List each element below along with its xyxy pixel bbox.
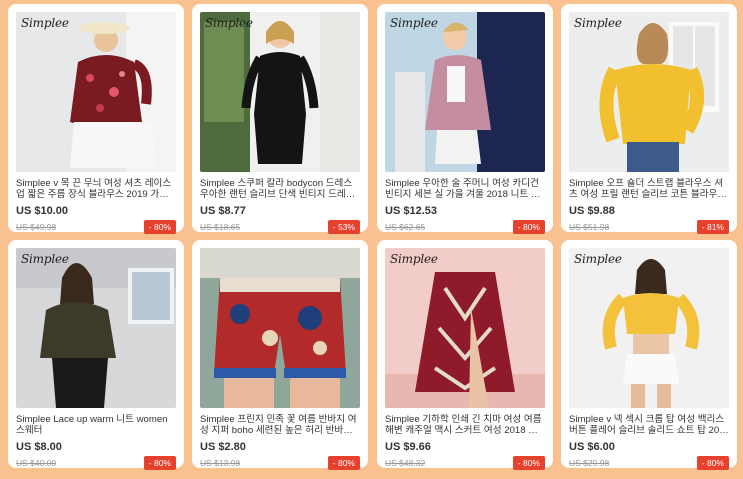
discount-badge: - 80% <box>512 220 545 234</box>
original-price: US $40.00 <box>16 458 57 468</box>
product-image[interactable]: Simplee <box>16 12 176 172</box>
price-row: US $13.98 - 80% <box>200 456 360 470</box>
product-card[interactable]: Simplee Simplee v 목 끈 무늬 여성 셔츠 레이스 업 짧은 주… <box>8 4 184 234</box>
product-card[interactable]: Simplee 프린지 민족 꽃 여름 반바지 여성 지퍼 boho 세련된 높… <box>192 240 368 470</box>
price-row: US $29.98 - 80% <box>569 456 729 470</box>
product-image[interactable]: Simplee <box>385 12 545 172</box>
original-price: US $62.65 <box>385 222 426 232</box>
product-title[interactable]: Simplee 프린지 민족 꽃 여름 반바지 여성 지퍼 boho 세련된 높… <box>200 414 360 436</box>
brand-watermark: Simplee <box>21 252 69 266</box>
product-card[interactable]: Simplee Simplee 우아한 술 주머니 여성 카디건 빈티지 세븐 실… <box>377 4 553 234</box>
brand-watermark: Simplee <box>205 16 253 30</box>
product-title[interactable]: Simplee v 목 끈 무늬 여성 셔츠 레이스 업 짧은 주름 장식 블라… <box>16 178 176 200</box>
original-price: US $13.98 <box>200 458 241 468</box>
discount-badge: - 80% <box>143 220 176 234</box>
brand-watermark: Simplee <box>390 16 438 30</box>
price-row: US $62.65 - 80% <box>385 220 545 234</box>
discount-badge: - 80% <box>512 456 545 470</box>
price-row: US $40.00 - 80% <box>16 456 176 470</box>
original-price: US $49.98 <box>16 222 57 232</box>
brand-watermark: Simplee <box>574 16 622 30</box>
product-card[interactable]: Simplee Simplee 오프 숄더 스트랩 블라우스 셔츠 여성 프릴 랜… <box>561 4 737 234</box>
discount-badge: - 81% <box>696 220 729 234</box>
product-title[interactable]: Simplee v 넥 섹시 크롭 탑 여성 백리스 버튼 플레어 슬리브 솔리… <box>569 414 729 436</box>
product-image[interactable]: Simplee <box>16 248 176 408</box>
product-price: US $6.00 <box>569 441 615 453</box>
product-title[interactable]: Simplee 우아한 술 주머니 여성 카디건 빈티지 세븐 실 가을 겨울 … <box>385 178 545 200</box>
original-price: US $51.98 <box>569 222 610 232</box>
original-price: US $48.32 <box>385 458 426 468</box>
product-title[interactable]: Simplee 스쿠퍼 칼라 bodycon 드레스 우아한 랜턴 슬리브 단색… <box>200 178 360 200</box>
price-row: US $49.98 - 80% <box>16 220 176 234</box>
discount-badge: - 53% <box>327 220 360 234</box>
product-title[interactable]: Simplee 오프 숄더 스트랩 블라우스 셔츠 여성 프릴 랜턴 슬리브 코… <box>569 178 729 200</box>
product-price: US $9.88 <box>569 205 615 217</box>
product-price: US $8.77 <box>200 205 246 217</box>
brand-watermark: Simplee <box>390 252 438 266</box>
price-row: US $48.32 - 80% <box>385 456 545 470</box>
product-card[interactable]: Simplee Simplee Lace up warm 니트 women 스웨터… <box>8 240 184 470</box>
product-price: US $9.66 <box>385 441 431 453</box>
product-image[interactable]: Simplee <box>200 12 360 172</box>
product-image[interactable]: Simplee <box>385 248 545 408</box>
product-image[interactable]: Simplee <box>569 248 729 408</box>
price-row: US $51.98 - 81% <box>569 220 729 234</box>
product-price: US $2.80 <box>200 441 246 453</box>
brand-watermark: Simplee <box>574 252 622 266</box>
product-card[interactable]: Simplee Simplee 스쿠퍼 칼라 bodycon 드레스 우아한 랜턴… <box>192 4 368 234</box>
product-title[interactable]: Simplee Lace up warm 니트 women 스웨터 <box>16 414 176 436</box>
product-price: US $12.53 <box>385 205 437 217</box>
product-title[interactable]: Simplee 기하학 인쇄 긴 치마 여성 여름 해변 캐주얼 맥시 스커트 … <box>385 414 545 436</box>
product-price: US $10.00 <box>16 205 68 217</box>
original-price: US $29.98 <box>569 458 610 468</box>
product-card[interactable]: Simplee Simplee v 넥 섹시 크롭 탑 여성 백리스 버튼 플레어… <box>561 240 737 470</box>
discount-badge: - 80% <box>327 456 360 470</box>
product-price: US $8.00 <box>16 441 62 453</box>
discount-badge: - 80% <box>696 456 729 470</box>
brand-watermark: Simplee <box>21 16 69 30</box>
product-image[interactable]: Simplee <box>569 12 729 172</box>
discount-badge: - 80% <box>143 456 176 470</box>
product-card[interactable]: Simplee Simplee 기하학 인쇄 긴 치마 여성 여름 해변 캐주얼 … <box>377 240 553 470</box>
original-price: US $18.65 <box>200 222 241 232</box>
product-image[interactable] <box>200 248 360 408</box>
price-row: US $18.65 - 53% <box>200 220 360 234</box>
